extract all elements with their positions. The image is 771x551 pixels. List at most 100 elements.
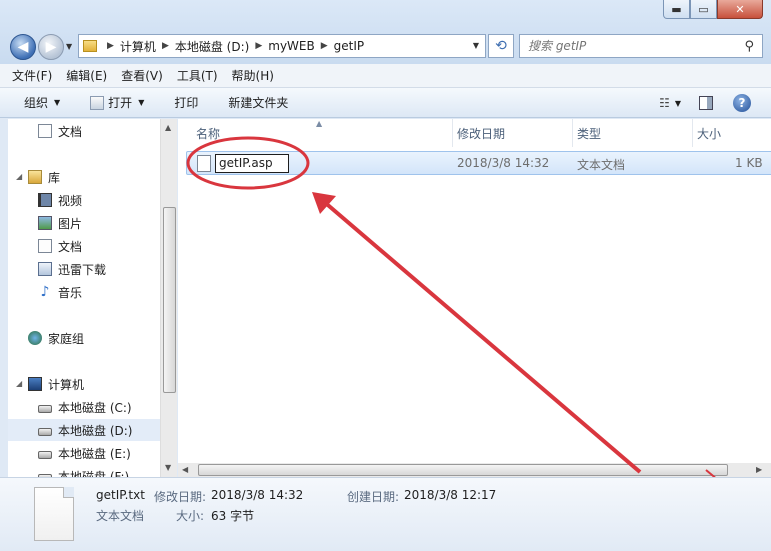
column-header-label: 名称 <box>196 126 221 141</box>
organize-button[interactable]: 组织 ▼ <box>24 94 60 111</box>
column-header-modified[interactable]: 修改日期 <box>453 119 573 147</box>
scroll-down-icon[interactable]: ▼ <box>165 463 171 472</box>
rename-field[interactable]: getIP.asp <box>215 154 289 173</box>
details-file-kind: 文本文档 <box>96 509 145 523</box>
minimize-button[interactable]: ▬ <box>663 0 690 19</box>
sidebar-item-drive-e[interactable]: 本地磁盘 (E:) <box>38 442 131 464</box>
organize-label: 组织 <box>24 96 49 110</box>
search-input[interactable] <box>528 39 728 53</box>
view-chevron-down-icon[interactable]: ▼ <box>675 99 681 108</box>
sidebar-scrollbar[interactable]: ▲ ▼ <box>160 119 177 477</box>
forward-button[interactable]: ▶ <box>38 34 64 60</box>
new-folder-button[interactable]: 新建文件夹 <box>228 94 288 111</box>
scroll-up-icon[interactable]: ▲ <box>165 123 171 132</box>
library-icon <box>28 170 42 184</box>
file-modified: 2018/3/8 14:32 <box>457 156 550 170</box>
menu-file[interactable]: 文件(F) <box>12 67 52 84</box>
new-folder-label: 新建文件夹 <box>228 96 289 110</box>
breadcrumb-myweb[interactable]: myWEB <box>268 39 314 53</box>
sidebar-item-computer[interactable]: 计算机 <box>28 373 84 395</box>
file-row[interactable]: getIP.asp 2018/3/8 14:32 文本文档 1 KB <box>186 151 771 175</box>
picture-icon <box>38 216 52 230</box>
details-modified-label: 修改日期: <box>154 490 207 504</box>
sidebar-item-drive-f[interactable]: 本地磁盘 (F:) <box>38 465 129 477</box>
video-icon <box>38 193 52 207</box>
preview-pane-icon[interactable] <box>699 96 713 110</box>
scroll-thumb[interactable] <box>198 464 728 476</box>
sidebar-item-label: 本地磁盘 (D:) <box>58 423 133 438</box>
sidebar-item-label: 本地磁盘 (E:) <box>58 446 131 461</box>
address-dropdown-icon[interactable]: ▼ <box>473 41 479 50</box>
chevron-down-icon: ▼ <box>138 98 145 107</box>
sidebar-item-library[interactable]: 库 <box>28 166 60 188</box>
download-icon <box>38 262 52 276</box>
refresh-button[interactable]: ⟲ <box>488 34 514 58</box>
details-size-value: 63 字节 <box>211 509 255 523</box>
sidebar-item-label: 视频 <box>58 193 83 208</box>
sidebar-item-videos[interactable]: 视频 <box>38 189 82 211</box>
sidebar-item-label: 家庭组 <box>48 331 85 346</box>
search-icon[interactable]: ⚲ <box>744 39 754 54</box>
sidebar-item-pictures[interactable]: 图片 <box>38 212 82 234</box>
sidebar-item-label: 文档 <box>58 239 83 254</box>
breadcrumb-computer[interactable]: 计算机 <box>120 38 156 55</box>
large-text-file-icon <box>34 487 74 541</box>
tree-expand-icon[interactable]: ◢ <box>16 379 22 388</box>
title-bar: ▬ ▭ ✕ ◀ ▶ ▼ ▶ 计算机 ▶ 本地磁盘 (D:) ▶ myWEB ▶ … <box>0 0 771 64</box>
file-type: 文本文档 <box>577 158 626 172</box>
sidebar-item-drive-d[interactable]: 本地磁盘 (D:) <box>8 419 160 441</box>
recent-pages-dropdown[interactable]: ▼ <box>66 42 72 51</box>
column-header-label: 大小 <box>697 126 722 141</box>
sidebar-item-documents-top[interactable]: 文档 <box>38 120 82 142</box>
breadcrumb-separator-icon[interactable]: ▶ <box>321 41 328 51</box>
menu-tools[interactable]: 工具(T) <box>177 67 218 84</box>
toolbar-right: ☷ ▼ ? <box>659 94 751 112</box>
menu-help[interactable]: 帮助(H) <box>232 67 274 84</box>
menu-view[interactable]: 查看(V) <box>121 67 163 84</box>
sidebar-item-xunlei-downloads[interactable]: 迅雷下载 <box>38 258 106 280</box>
view-options-icon[interactable]: ☷ <box>659 96 670 110</box>
help-icon[interactable]: ? <box>733 94 751 112</box>
back-button[interactable]: ◀ <box>10 34 36 60</box>
sidebar-item-music[interactable]: ♪ 音乐 <box>38 281 82 303</box>
sidebar-item-label: 本地磁盘 (C:) <box>58 400 132 415</box>
print-button[interactable]: 打印 <box>174 94 198 111</box>
close-button[interactable]: ✕ <box>717 0 763 19</box>
menu-edit[interactable]: 编辑(E) <box>66 67 107 84</box>
breadcrumb-separator-icon[interactable]: ▶ <box>255 41 262 51</box>
breadcrumb-drive-d[interactable]: 本地磁盘 (D:) <box>175 38 249 55</box>
drive-icon <box>38 428 52 436</box>
folder-icon <box>83 40 97 52</box>
sidebar-item-documents[interactable]: 文档 <box>38 235 82 257</box>
breadcrumb-separator-icon[interactable]: ▶ <box>107 41 114 51</box>
text-file-icon <box>197 155 211 172</box>
menu-bar: 文件(F) 编辑(E) 查看(V) 工具(T) 帮助(H) <box>0 64 771 88</box>
file-list: ▲ 名称 修改日期 类型 大小 getIP.asp 2018/3/8 14:32… <box>178 119 771 463</box>
details-modified-value: 2018/3/8 14:32 <box>211 488 304 502</box>
sidebar-item-drive-c[interactable]: 本地磁盘 (C:) <box>38 396 132 418</box>
refresh-icon: ⟲ <box>495 38 507 54</box>
column-header-type[interactable]: 类型 <box>573 119 693 147</box>
sidebar-item-label: 图片 <box>58 216 83 231</box>
search-box[interactable]: ⚲ <box>519 34 763 58</box>
file-size: 1 KB <box>735 156 763 170</box>
breadcrumb-separator-icon[interactable]: ▶ <box>162 41 169 51</box>
file-list-horizontal-scrollbar[interactable]: ◀ ▶ <box>178 463 771 477</box>
address-bar[interactable]: ▶ 计算机 ▶ 本地磁盘 (D:) ▶ myWEB ▶ getIP ▼ <box>78 34 486 58</box>
maximize-button[interactable]: ▭ <box>690 0 717 19</box>
computer-icon <box>28 377 42 391</box>
sidebar-item-label: 库 <box>48 170 61 185</box>
tree-expand-icon[interactable]: ◢ <box>16 172 22 181</box>
open-button[interactable]: 打开 ▼ <box>90 94 144 111</box>
scroll-thumb[interactable] <box>163 207 176 393</box>
command-bar: 组织 ▼ 打开 ▼ 打印 新建文件夹 ☷ ▼ ? <box>0 88 771 118</box>
scroll-left-icon[interactable]: ◀ <box>182 465 188 474</box>
details-created-value: 2018/3/8 12:17 <box>404 488 497 502</box>
sidebar-item-homegroup[interactable]: 家庭组 <box>28 327 84 349</box>
column-header-size[interactable]: 大小 <box>693 119 771 147</box>
breadcrumb-getip[interactable]: getIP <box>334 39 364 53</box>
drive-icon <box>38 451 52 459</box>
sidebar-item-label: 本地磁盘 (F:) <box>58 469 130 478</box>
column-header-name[interactable]: 名称 <box>178 119 453 147</box>
scroll-right-icon[interactable]: ▶ <box>756 465 762 474</box>
